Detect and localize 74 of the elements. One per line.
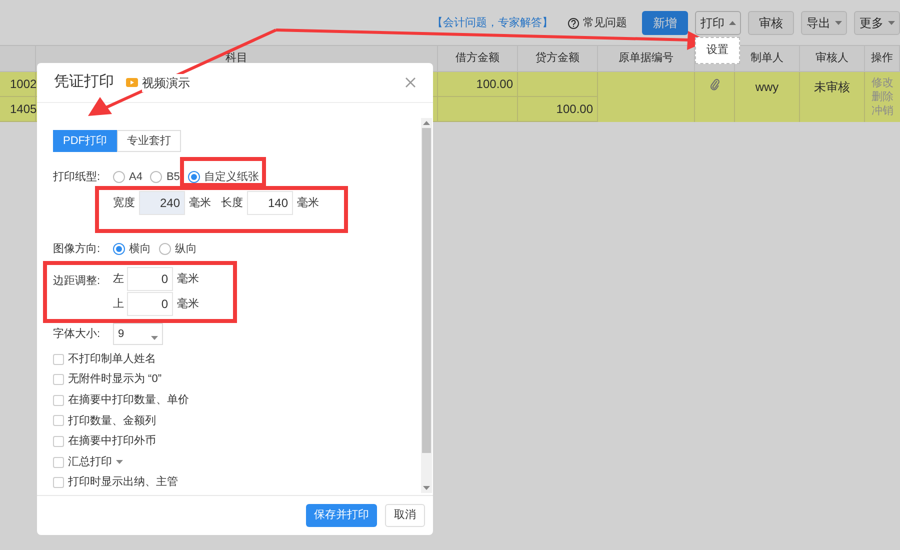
checkbox-label: 在摘要中打印数量、单价 (68, 392, 189, 408)
caret-icon (728, 21, 736, 25)
table-cell-text: 100.00 (476, 76, 513, 93)
faq-link[interactable]: 常见问题 (583, 14, 627, 32)
checkbox[interactable] (53, 415, 64, 426)
field-label: 上 (113, 296, 123, 312)
video-icon (126, 78, 138, 87)
toolbar-button[interactable]: 打印 (695, 11, 741, 35)
font-size-select[interactable]: 9 (113, 322, 163, 345)
field-label: 图像方向: (53, 242, 102, 258)
column-header: 借方金额 (456, 50, 500, 66)
column-header: 审核人 (816, 50, 848, 66)
radio-button[interactable] (188, 171, 200, 184)
field-label: 左 (113, 272, 123, 287)
unit-label: 毫米 (189, 196, 211, 211)
table-cell-text: wwy (755, 79, 779, 96)
radio-button[interactable] (150, 171, 162, 184)
column-header: 原单据编号 (618, 51, 674, 66)
menu-item[interactable]: 设置 (706, 40, 728, 60)
number-field[interactable]: 0 (127, 292, 173, 316)
option-label: 自定义纸张 (204, 170, 259, 186)
caret-icon (116, 460, 123, 464)
paperclip-icon (710, 78, 720, 91)
column-header: 操作 (871, 51, 893, 66)
dialog-title: 凭证打印 (54, 72, 114, 92)
checkbox-label: 打印数量、金额列 (68, 414, 156, 429)
field-label: 宽度 (113, 196, 135, 211)
field-label: 长度 (221, 196, 243, 211)
unit-label: 毫米 (177, 272, 199, 287)
checkbox-label: 不打印制单人姓名 (68, 352, 156, 367)
video-link[interactable]: 视频演示 (142, 74, 190, 92)
toolbar-button[interactable]: 导出 (801, 11, 847, 35)
checkbox-label: 在摘要中打印外币 (68, 434, 156, 450)
checkbox[interactable] (53, 456, 64, 468)
checkbox[interactable] (53, 394, 64, 406)
radio-button[interactable] (159, 243, 171, 256)
checkbox-label: 无附件时显示为 “0” (68, 372, 162, 388)
column-header: 贷方金额 (536, 50, 580, 66)
field-label: 边距调整: (53, 274, 102, 289)
column-header: 制单人 (750, 51, 784, 66)
number-field[interactable]: 0 (127, 266, 173, 291)
column-header: 科目 (226, 51, 248, 66)
option-label: A4 (129, 170, 142, 186)
tab[interactable]: 专业套打 (117, 130, 181, 152)
option-label: 纵向 (175, 242, 197, 258)
caret-icon (888, 21, 894, 25)
table-cell-text: 100.00 (556, 101, 593, 118)
radio-button[interactable] (113, 171, 125, 184)
unit-label: 毫米 (177, 296, 199, 312)
caret-icon (834, 21, 842, 25)
close-button[interactable] (405, 77, 416, 88)
field-label: 字体大小: (53, 326, 102, 342)
number-field[interactable]: 140 (247, 190, 293, 215)
field-label: 打印纸型: (53, 170, 102, 186)
scroll-down-icon (423, 486, 430, 490)
table-cell-text: 未审核 (814, 79, 850, 96)
checkbox[interactable] (53, 374, 64, 386)
toolbar-button[interactable]: 更多 (854, 11, 900, 35)
radio-button[interactable] (113, 243, 125, 256)
dialog-button[interactable]: 取消 (385, 504, 425, 527)
toolbar-button[interactable]: 审核 (748, 11, 794, 35)
checkbox[interactable] (53, 436, 64, 448)
table-cell-text: 1002 (10, 76, 37, 93)
option-label: 横向 (129, 242, 151, 258)
checkbox-label: 汇总打印 (68, 454, 112, 470)
table-cell-text: 1405 (10, 101, 37, 118)
option-label: B5 (166, 170, 180, 186)
checkbox[interactable] (53, 477, 64, 488)
help-icon (568, 18, 579, 28)
checkbox-label: 打印时显示出纳、主管 (68, 474, 178, 490)
caret-icon (151, 336, 158, 340)
unit-label: 毫米 (297, 196, 319, 211)
checkbox[interactable] (53, 354, 64, 365)
number-field[interactable]: 240 (139, 190, 185, 215)
